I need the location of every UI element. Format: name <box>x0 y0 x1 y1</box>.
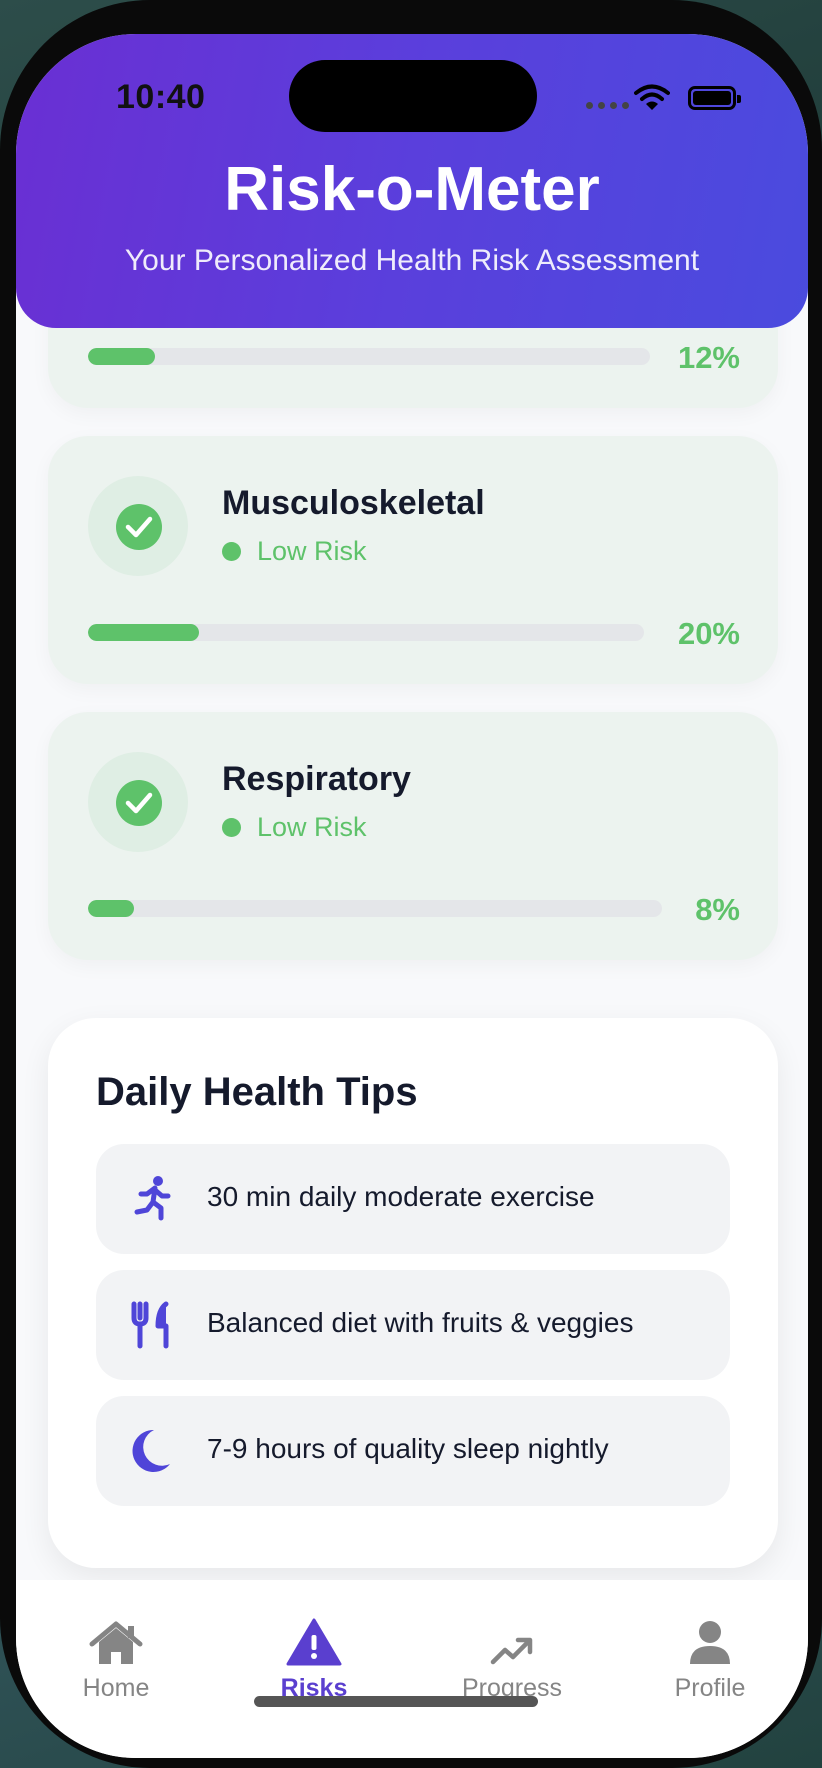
nav-label: Profile <box>674 1674 746 1702</box>
tip-text: Balanced diet with fruits & veggies <box>207 1307 634 1338</box>
nav-item-home[interactable]: Home <box>46 1614 186 1703</box>
status-time: 10:40 <box>116 78 206 116</box>
tip-item-sleep[interactable]: 7-9 hours of quality sleep nightly <box>96 1396 730 1506</box>
tip-item-exercise[interactable]: 30 min daily moderate exercise <box>96 1144 730 1254</box>
risk-percent: 20% <box>677 616 740 651</box>
risk-progress-fill <box>88 348 156 365</box>
tip-item-diet[interactable]: Balanced diet with fruits & veggies <box>96 1270 730 1380</box>
app-header: 10:40 Risk-o-Meter Your Personalized Hea… <box>16 34 808 328</box>
check-icon <box>116 504 162 550</box>
moon-icon <box>128 1426 178 1476</box>
nav-label: Home <box>82 1674 150 1702</box>
risk-level: Low Risk <box>222 812 367 843</box>
risk-progress-fill <box>88 900 134 917</box>
user-icon <box>640 1614 780 1666</box>
status-dot-icon <box>222 818 241 837</box>
tip-text: 7-9 hours of quality sleep nightly <box>207 1433 609 1464</box>
risk-percent: 8% <box>695 892 740 927</box>
tips-title: Daily Health Tips <box>96 1070 418 1114</box>
risk-percent: 12% <box>677 340 740 375</box>
tip-text: 30 min daily moderate exercise <box>207 1181 595 1212</box>
risk-level: Low Risk <box>222 536 367 567</box>
wifi-icon <box>634 84 670 110</box>
risk-name: Musculoskeletal <box>222 484 485 522</box>
status-dot-icon <box>222 542 241 561</box>
risk-level-label: Low Risk <box>257 812 367 842</box>
risk-status-badge <box>88 752 188 852</box>
daily-tips-card: Daily Health Tips 30 min daily moderate … <box>48 1018 778 1568</box>
risk-progress-bar <box>88 348 650 365</box>
running-icon <box>128 1174 178 1224</box>
risk-card-musculoskeletal[interactable]: Musculoskeletal Low Risk 20% <box>48 436 778 684</box>
trend-up-icon <box>442 1614 582 1666</box>
page-subtitle: Your Personalized Health Risk Assessment <box>124 244 700 277</box>
risk-status-badge <box>88 476 188 576</box>
risk-card-respiratory[interactable]: Respiratory Low Risk 8% <box>48 712 778 960</box>
risk-progress-bar <box>88 900 662 917</box>
warning-icon <box>244 1614 384 1666</box>
home-indicator[interactable] <box>254 1696 538 1707</box>
risk-progress-bar <box>88 624 644 641</box>
nav-item-progress[interactable]: Progress <box>442 1614 582 1703</box>
utensils-icon <box>128 1300 178 1350</box>
risk-name: Respiratory <box>222 760 411 798</box>
bottom-nav: Home Risks Progress Profile <box>16 1580 808 1758</box>
signal-icon <box>586 102 629 109</box>
risk-level-label: Low Risk <box>257 536 367 566</box>
risk-progress-fill <box>88 624 200 641</box>
dynamic-island <box>289 60 537 132</box>
nav-item-profile[interactable]: Profile <box>640 1614 780 1703</box>
nav-item-risks[interactable]: Risks <box>244 1614 384 1703</box>
app-screen: 12% Musculoskeletal Low Risk 20% Respira… <box>16 34 808 1758</box>
battery-icon <box>688 86 741 110</box>
home-icon <box>46 1614 186 1666</box>
page-title: Risk-o-Meter <box>224 155 600 224</box>
check-icon <box>116 780 162 826</box>
